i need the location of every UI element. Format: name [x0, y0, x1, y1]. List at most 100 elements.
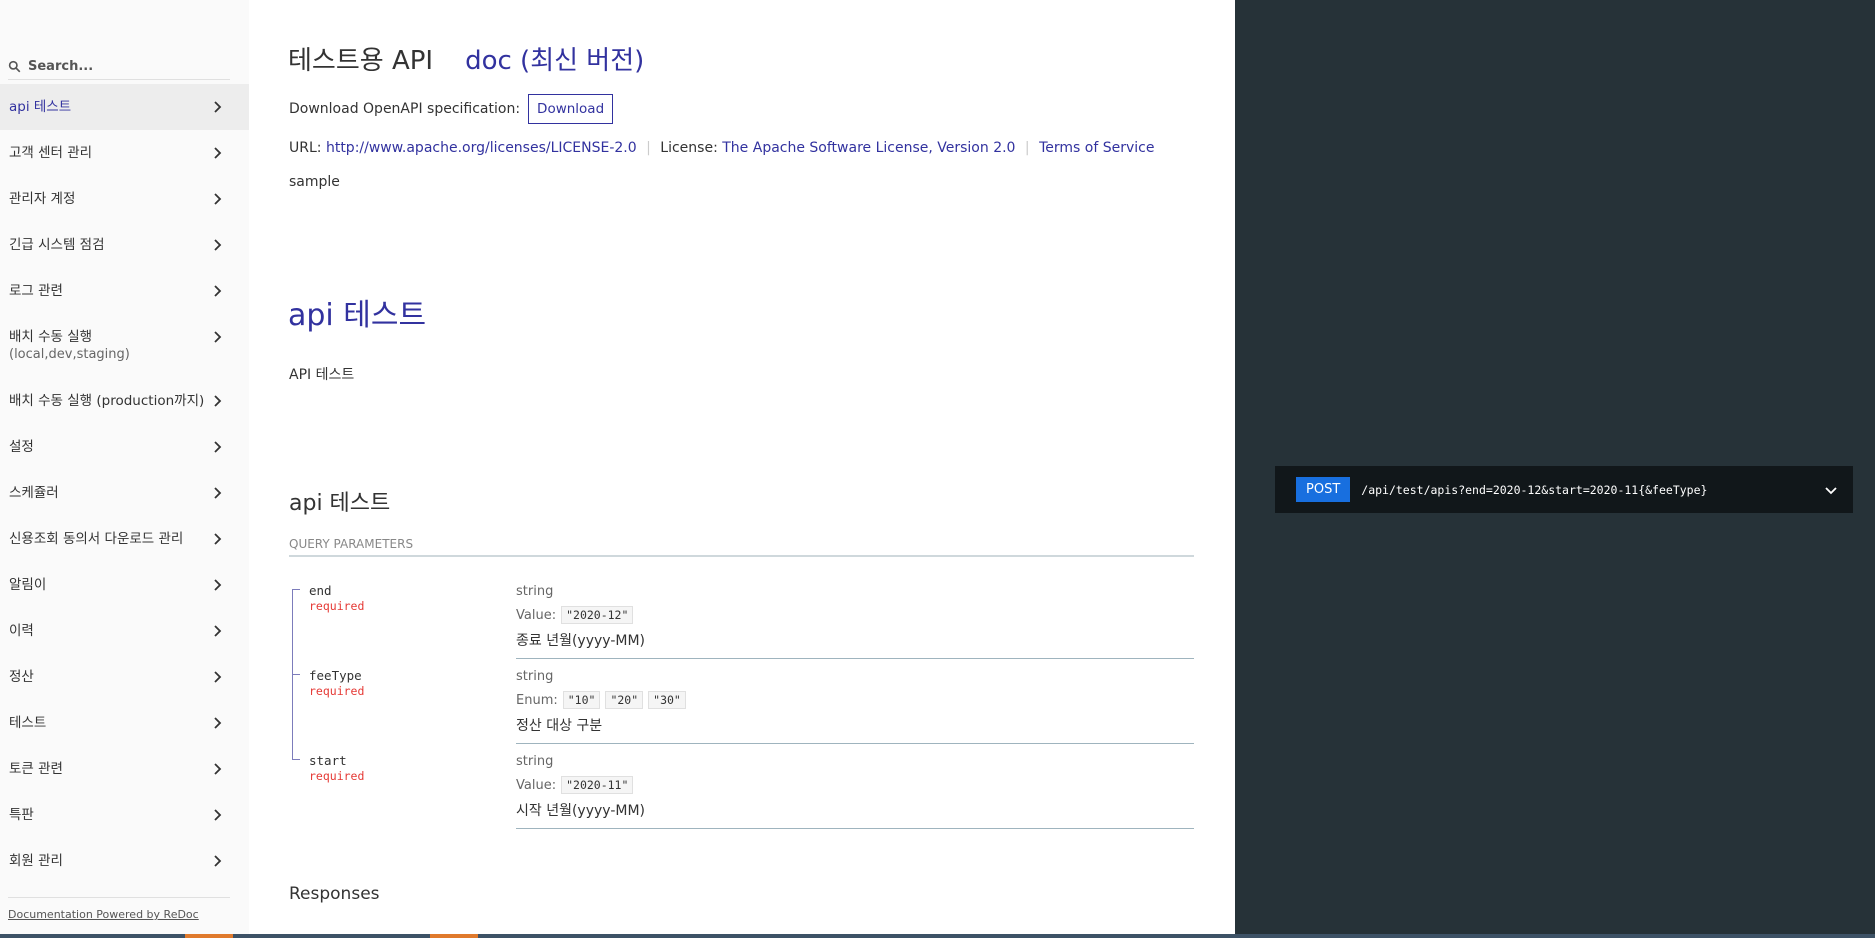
param-name: start — [309, 753, 347, 768]
param-type: string — [516, 669, 554, 684]
chevron-down-icon[interactable] — [1824, 483, 1838, 497]
param-detail: string Enum: "10" "20" "30" 정산 대상 구분 — [516, 667, 1194, 744]
sidebar-item-history[interactable]: 이력 — [0, 608, 249, 654]
query-parameters-header: QUERY PARAMETERS — [289, 537, 1194, 557]
chevron-right-icon — [210, 808, 224, 822]
param-enum-chip: "20" — [605, 691, 644, 709]
param-row: feeType required string Enum: "10" "20" … — [289, 663, 1194, 748]
param-tree-line — [292, 589, 293, 663]
sidebar-item-emergency-maintenance[interactable]: 긴급 시스템 점검 — [0, 222, 249, 268]
search-icon — [8, 60, 21, 73]
sidebar-item-settlement[interactable]: 정산 — [0, 654, 249, 700]
sidebar-item-label: 신용조회 동의서 다운로드 관리 — [9, 531, 184, 547]
sidebar: api 테스트 고객 센터 관리 관리자 계정 긴급 시스템 점검 로그 관련 … — [0, 0, 249, 938]
sidebar-item-settings[interactable]: 설정 — [0, 424, 249, 470]
sidebar-item-label: 배치 수동 실행 (production까지) — [9, 393, 205, 409]
sidebar-item-customer-center[interactable]: 고객 센터 관리 — [0, 130, 249, 176]
param-type: string — [516, 584, 554, 599]
chevron-right-icon — [210, 716, 224, 730]
sidebar-item-credit-consent-download[interactable]: 신용조회 동의서 다운로드 관리 — [0, 516, 249, 562]
param-detail: string Value: "2020-11" 시작 년월(yyyy-MM) — [516, 752, 1194, 829]
param-name: end — [309, 583, 332, 598]
chevron-right-icon — [210, 284, 224, 298]
chevron-right-icon — [210, 762, 224, 776]
terms-link[interactable]: Terms of Service — [1039, 140, 1154, 156]
params-list: end required string Value: "2020-12" 종료 … — [289, 578, 1194, 833]
url-label: URL: — [289, 140, 322, 156]
chevron-right-icon — [210, 394, 224, 408]
param-value-chip: "2020-11" — [561, 776, 634, 794]
param-values: Enum: "10" "20" "30" — [516, 691, 1194, 709]
chevron-right-icon — [210, 578, 224, 592]
api-version: doc (최신 버전) — [465, 46, 645, 76]
license-link[interactable]: The Apache Software License, Version 2.0 — [722, 140, 1015, 156]
sidebar-footer: Documentation Powered by ReDoc — [8, 897, 230, 922]
sidebar-item-token[interactable]: 토큰 관련 — [0, 746, 249, 792]
sidebar-item-label: 설정 — [9, 439, 34, 455]
sidebar-item-special-sale[interactable]: 특판 — [0, 792, 249, 838]
param-tree-tick — [292, 589, 300, 590]
chevron-right-icon — [210, 440, 224, 454]
chevron-right-icon — [210, 670, 224, 684]
sidebar-nav: api 테스트 고객 센터 관리 관리자 계정 긴급 시스템 점검 로그 관련 … — [0, 84, 249, 884]
api-title: 테스트용 API doc (최신 버전) — [288, 40, 644, 77]
search-box[interactable] — [8, 54, 230, 80]
separator: | — [646, 140, 651, 156]
license-label: License: — [660, 140, 718, 156]
sidebar-item-member-management[interactable]: 회원 관리 — [0, 838, 249, 884]
sidebar-item-scheduler[interactable]: 스케쥴러 — [0, 470, 249, 516]
param-enum-chip: "10" — [562, 691, 601, 709]
param-name: feeType — [309, 668, 362, 683]
param-description: 종료 년월(yyyy-MM) — [516, 633, 645, 649]
chevron-right-icon — [210, 624, 224, 638]
param-required: required — [309, 769, 365, 783]
param-row: start required string Value: "2020-11" 시… — [289, 748, 1194, 833]
param-description: 정산 대상 구분 — [516, 718, 603, 734]
sidebar-item-api-test[interactable]: api 테스트 — [0, 84, 249, 130]
sidebar-item-label: 회원 관리 — [9, 853, 63, 869]
sidebar-item-admin-account[interactable]: 관리자 계정 — [0, 176, 249, 222]
page-title: 테스트용 API — [288, 46, 434, 76]
sidebar-item-label: 이력 — [9, 623, 34, 639]
search-input[interactable] — [28, 59, 208, 74]
sidebar-item-label: 배치 수동 실행 — [9, 329, 93, 345]
sidebar-item-logs[interactable]: 로그 관련 — [0, 268, 249, 314]
url-link[interactable]: http://www.apache.org/licenses/LICENSE-2… — [326, 140, 637, 156]
param-type: string — [516, 754, 554, 769]
sidebar-item-label: 토큰 관련 — [9, 761, 63, 777]
param-tree-line — [292, 663, 293, 748]
sidebar-item-label: 스케쥴러 — [9, 485, 59, 501]
param-detail: string Value: "2020-12" 종료 년월(yyyy-MM) — [516, 582, 1194, 659]
sidebar-item-batch-manual-local[interactable]: 배치 수동 실행 (local,dev,staging) — [0, 314, 249, 378]
endpoint-bar[interactable]: POST /api/test/apis?end=2020-12&start=20… — [1275, 466, 1853, 513]
strip-segment — [430, 934, 478, 938]
sidebar-item-label: 테스트 — [9, 715, 47, 731]
sidebar-item-batch-manual-production[interactable]: 배치 수동 실행 (production까지) — [0, 378, 249, 424]
param-tree-tick — [292, 759, 300, 760]
separator: | — [1024, 140, 1030, 156]
param-required: required — [309, 599, 365, 613]
sidebar-item-test[interactable]: 테스트 — [0, 700, 249, 746]
sidebar-item-label: 긴급 시스템 점검 — [9, 237, 105, 253]
chevron-right-icon — [210, 100, 224, 114]
strip-segment — [185, 934, 233, 938]
chevron-right-icon — [210, 854, 224, 868]
redoc-credit-link[interactable]: Documentation Powered by ReDoc — [8, 908, 199, 921]
endpoint-path: /api/test/apis?end=2020-12&start=2020-11… — [1361, 482, 1708, 497]
chevron-right-icon — [210, 238, 224, 252]
api-info: URL: http://www.apache.org/licenses/LICE… — [289, 140, 1154, 156]
chevron-right-icon — [210, 146, 224, 160]
main-content: 테스트용 API doc (최신 버전) Download OpenAPI sp… — [249, 0, 1235, 938]
tag-description: API 테스트 — [289, 367, 355, 383]
sidebar-item-sublabel: (local,dev,staging) — [9, 347, 130, 362]
download-button[interactable]: Download — [528, 94, 614, 124]
sidebar-item-notifier[interactable]: 알림이 — [0, 562, 249, 608]
chevron-right-icon — [210, 532, 224, 546]
chevron-right-icon — [210, 330, 224, 344]
sidebar-item-label: 특판 — [9, 807, 34, 823]
param-tree-tick — [292, 674, 300, 675]
download-label: Download OpenAPI specification: — [289, 101, 521, 117]
operation-title: api 테스트 — [289, 491, 391, 516]
param-description: 시작 년월(yyyy-MM) — [516, 803, 645, 819]
sidebar-item-label: 정산 — [9, 669, 34, 685]
